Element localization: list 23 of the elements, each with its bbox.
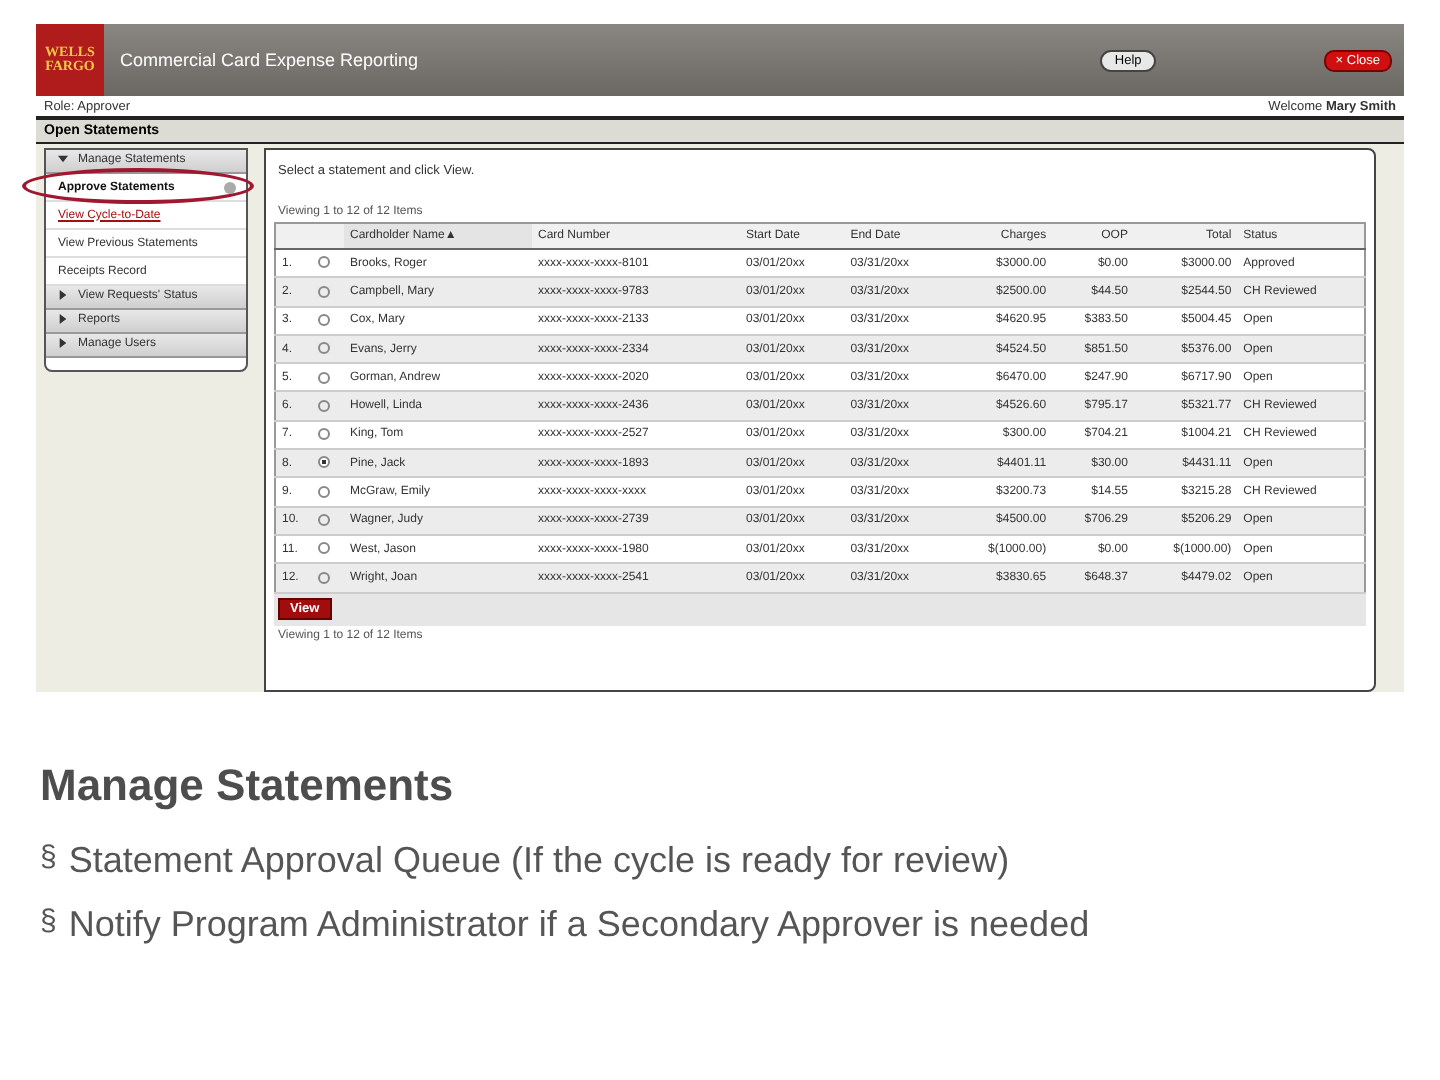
bullet-text: Notify Program Administrator if a Secondary Approver is needed [68,904,1090,946]
radio-button[interactable] [318,514,330,527]
down-triangle-icon [58,154,68,165]
bullet-icon: § [40,840,57,882]
radio-button[interactable] [318,371,330,384]
right-triangle-icon [58,290,68,301]
radio-button[interactable] [318,256,330,269]
radio-button[interactable] [318,571,330,584]
radio-button[interactable] [318,313,330,326]
radio-button[interactable] [318,285,330,298]
slide-heading: Manage Statements [40,760,456,812]
radio-button[interactable] [318,542,330,555]
right-triangle-icon [58,338,68,349]
radio-button[interactable] [318,399,330,412]
radio-button[interactable] [318,485,330,498]
radio-button[interactable] [318,342,330,355]
right-triangle-icon [58,314,68,325]
radio-button[interactable] [318,428,330,441]
app-title: Commercial Card Expense Reporting [120,50,419,70]
radio-button[interactable] [318,456,330,469]
circle-icon [224,181,236,193]
bullet-text: Statement Approval Queue (If the cycle is ready for review) [68,840,1010,882]
bullet-icon: § [40,904,57,946]
